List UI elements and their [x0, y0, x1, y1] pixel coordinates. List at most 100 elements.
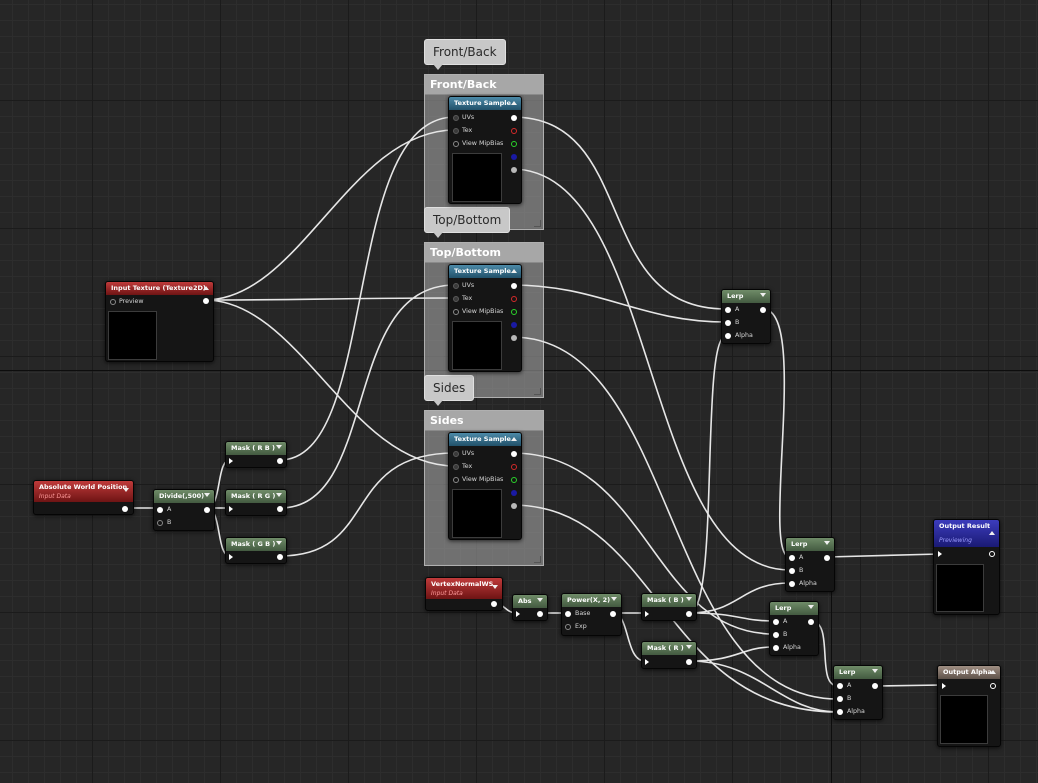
- a-input-pin[interactable]: [773, 619, 779, 625]
- collapse-icon[interactable]: [203, 286, 209, 290]
- result-input-pin[interactable]: [938, 551, 942, 557]
- lerp-title[interactable]: Lerp: [786, 538, 834, 551]
- mask-b-title[interactable]: Mask ( B ): [642, 594, 696, 607]
- rgb-output-pin[interactable]: [511, 451, 517, 457]
- expand-icon[interactable]: [276, 493, 282, 497]
- b-input-pin[interactable]: [837, 696, 843, 702]
- mask-rg-title[interactable]: Mask ( R G ): [226, 490, 286, 503]
- b-input-pin[interactable]: [725, 320, 731, 326]
- world-position-title[interactable]: Absolute World Position Input Data: [34, 481, 133, 502]
- g-output-pin[interactable]: [511, 309, 517, 315]
- output-alpha-title[interactable]: Output Alpha: [938, 666, 1000, 679]
- mask-output-pin[interactable]: [277, 458, 283, 464]
- expand-icon[interactable]: [492, 585, 498, 589]
- mask-input-pin[interactable]: [645, 611, 649, 617]
- texture-sample-front-back[interactable]: Texture Sample UVs Tex View MipBias: [448, 96, 522, 204]
- alpha-output-pin[interactable]: [990, 683, 996, 689]
- output-result-title[interactable]: Output Result Previewing: [934, 520, 999, 547]
- input-texture-title[interactable]: Input Texture (Texture2D): [106, 282, 213, 295]
- mask-output-pin[interactable]: [686, 611, 692, 617]
- mask-output-pin[interactable]: [277, 554, 283, 560]
- mask-r-title[interactable]: Mask ( R ): [642, 642, 696, 655]
- g-output-pin[interactable]: [511, 141, 517, 147]
- uvs-pin[interactable]: [453, 283, 459, 289]
- divide-node[interactable]: Divide(,500) A B: [153, 489, 215, 531]
- alpha-input-pin[interactable]: [773, 645, 779, 651]
- expand-icon[interactable]: [204, 493, 210, 497]
- lerp-output-pin[interactable]: [824, 555, 830, 561]
- expand-icon[interactable]: [808, 605, 814, 609]
- b-output-pin[interactable]: [511, 154, 517, 160]
- view-mipbias-pin[interactable]: [453, 309, 459, 315]
- collapse-icon[interactable]: [990, 670, 996, 674]
- abs-title[interactable]: Abs: [513, 595, 547, 608]
- expand-icon[interactable]: [760, 293, 766, 297]
- rgb-output-pin[interactable]: [511, 283, 517, 289]
- a-input-pin[interactable]: [837, 683, 843, 689]
- r-output-pin[interactable]: [511, 128, 517, 134]
- tex-pin[interactable]: [453, 128, 459, 134]
- lerp-title[interactable]: Lerp: [770, 602, 818, 615]
- lerp-output-pin[interactable]: [760, 307, 766, 313]
- a-input-pin[interactable]: [789, 555, 795, 561]
- mask-r-node[interactable]: Mask ( R ): [641, 641, 697, 669]
- alpha-input-pin[interactable]: [942, 683, 946, 689]
- divide-output-pin[interactable]: [204, 507, 210, 513]
- mask-rb-title[interactable]: Mask ( R B ): [226, 442, 286, 455]
- b-input-pin[interactable]: [789, 568, 795, 574]
- output-alpha-node[interactable]: Output Alpha: [937, 665, 1001, 747]
- normal-output-pin[interactable]: [491, 601, 497, 607]
- mask-output-pin[interactable]: [686, 659, 692, 665]
- expand-icon[interactable]: [872, 669, 878, 673]
- abs-input-pin[interactable]: [516, 611, 520, 617]
- b-output-pin[interactable]: [511, 490, 517, 496]
- g-output-pin[interactable]: [511, 477, 517, 483]
- view-mipbias-pin[interactable]: [453, 477, 459, 483]
- mask-rg-node[interactable]: Mask ( R G ): [225, 489, 287, 516]
- a-output-pin[interactable]: [511, 335, 517, 341]
- expand-icon[interactable]: [824, 541, 830, 545]
- collapse-icon[interactable]: [511, 101, 517, 105]
- rgb-output-pin[interactable]: [511, 115, 517, 121]
- lerp-output-pin[interactable]: [872, 683, 878, 689]
- texture-sample-sides[interactable]: Texture Sample UVs Tex View MipBias: [448, 432, 522, 540]
- expand-icon[interactable]: [276, 445, 282, 449]
- power-node[interactable]: Power(X, 2) Base Exp: [561, 593, 622, 636]
- a-output-pin[interactable]: [511, 167, 517, 173]
- vertex-normal-node[interactable]: VertexNormalWS Input Data: [425, 577, 503, 611]
- mask-input-pin[interactable]: [645, 659, 649, 665]
- power-title[interactable]: Power(X, 2): [562, 594, 621, 607]
- abs-node[interactable]: Abs: [512, 594, 548, 621]
- expand-icon[interactable]: [686, 645, 692, 649]
- texture-sample-title[interactable]: Texture Sample: [449, 433, 521, 446]
- a-input-pin[interactable]: [725, 307, 731, 313]
- mask-input-pin[interactable]: [229, 554, 233, 560]
- base-input-pin[interactable]: [565, 611, 571, 617]
- tex-pin[interactable]: [453, 296, 459, 302]
- texture-sample-top-bottom[interactable]: Texture Sample UVs Tex View MipBias: [448, 264, 522, 372]
- expand-icon[interactable]: [123, 488, 129, 492]
- alpha-input-pin[interactable]: [789, 581, 795, 587]
- divide-title[interactable]: Divide(,500): [154, 490, 214, 503]
- power-output-pin[interactable]: [610, 611, 616, 617]
- expand-icon[interactable]: [611, 597, 617, 601]
- mask-rb-node[interactable]: Mask ( R B ): [225, 441, 287, 468]
- lerp-title[interactable]: Lerp: [834, 666, 882, 679]
- a-output-pin[interactable]: [511, 503, 517, 509]
- result-output-pin[interactable]: [989, 551, 995, 557]
- view-mipbias-pin[interactable]: [453, 141, 459, 147]
- vertex-normal-title[interactable]: VertexNormalWS Input Data: [426, 578, 502, 599]
- position-output-pin[interactable]: [122, 506, 128, 512]
- texture-sample-title[interactable]: Texture Sample: [449, 97, 521, 110]
- expand-icon[interactable]: [686, 597, 692, 601]
- absolute-world-position-node[interactable]: Absolute World Position Input Data: [33, 480, 134, 515]
- b-input-pin[interactable]: [157, 520, 163, 526]
- exp-input-pin[interactable]: [565, 624, 571, 630]
- b-output-pin[interactable]: [511, 322, 517, 328]
- preview-pin[interactable]: [110, 299, 116, 305]
- tex-pin[interactable]: [453, 464, 459, 470]
- texture-sample-title[interactable]: Texture Sample: [449, 265, 521, 278]
- lerp-node-4[interactable]: Lerp A B Alpha: [833, 665, 883, 720]
- collapse-icon[interactable]: [989, 531, 995, 535]
- r-output-pin[interactable]: [511, 464, 517, 470]
